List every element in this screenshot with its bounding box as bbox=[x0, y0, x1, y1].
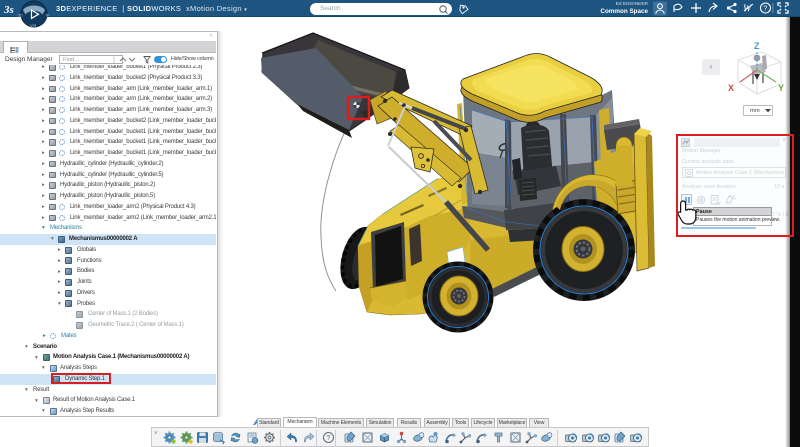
svg-text:IF: IF bbox=[46, 13, 50, 18]
svg-text:V.R: V.R bbox=[30, 23, 36, 28]
svg-text:X: X bbox=[728, 83, 734, 93]
svg-text:?: ? bbox=[326, 433, 330, 442]
svg-text:3D: 3D bbox=[18, 13, 23, 18]
svg-text:?: ? bbox=[763, 6, 767, 13]
svg-text:Z: Z bbox=[754, 41, 760, 51]
svg-text:3s: 3s bbox=[3, 4, 14, 16]
svg-text:Y: Y bbox=[778, 83, 784, 93]
